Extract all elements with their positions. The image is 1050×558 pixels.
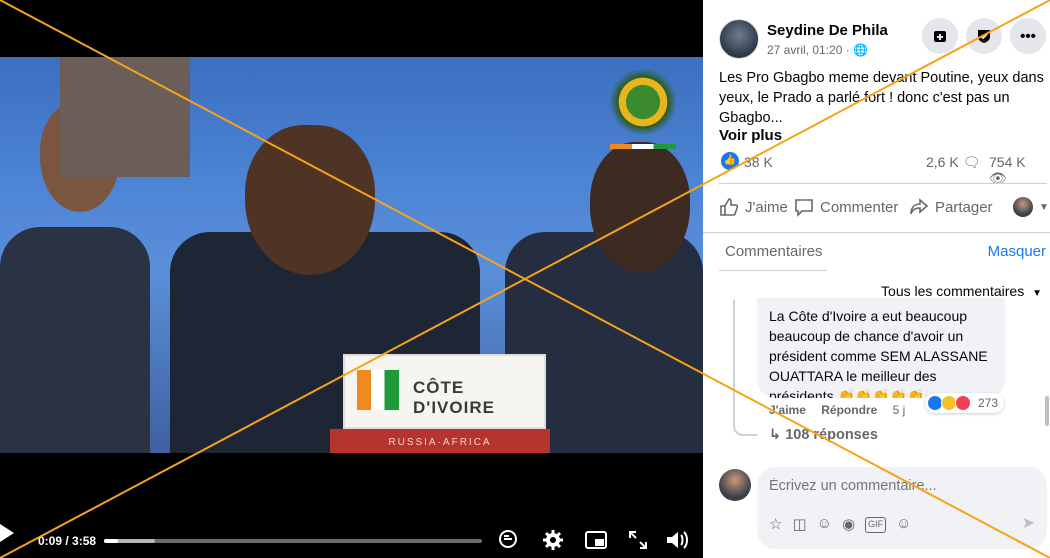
post-panel: Seydine De Phila 27 avril, 01:20 · 🌐 •••…: [703, 0, 1050, 558]
post-date[interactable]: 27 avril, 01:20 · 🌐: [767, 43, 868, 57]
tab-comments[interactable]: Commentaires: [725, 243, 823, 260]
emoji-icon[interactable]: ☺: [817, 515, 832, 533]
author-avatar[interactable]: [719, 19, 759, 59]
comment-reaction-count: 273: [978, 396, 999, 410]
comment-count[interactable]: 2,6 K 🗨: [926, 154, 980, 171]
progress-fill: [104, 539, 119, 543]
comment-text: La Côte d'Ivoire a eut beaucoup beaucoup…: [769, 308, 988, 398]
reactions-summary: 👍 38 K 2,6 K 🗨 754 K 👁: [719, 151, 1047, 186]
comment-filter-label: Tous les commentaires: [881, 283, 1025, 299]
comment-like-button[interactable]: J'aime: [769, 403, 806, 417]
view-replies-link[interactable]: ↳ 108 réponses: [769, 427, 878, 443]
share-icon: [910, 198, 929, 215]
shield-button[interactable]: [966, 18, 1002, 54]
nameplate-base: RUSSIA·AFRICA: [330, 429, 550, 453]
country-nameplate: CÔTE D'IVOIRE: [343, 354, 546, 429]
person-background-suit: [60, 57, 190, 177]
post-text: Les Pro Gbagbo meme devant Poutine, yeux…: [719, 70, 1044, 126]
fullscreen-icon[interactable]: [628, 530, 648, 554]
globe-icon: 🌐: [853, 43, 868, 57]
send-icon[interactable]: ➤: [1022, 513, 1035, 533]
tab-underline: [719, 270, 827, 271]
video-frame[interactable]: CÔTE D'IVOIRE RUSSIA·AFRICA: [0, 57, 703, 453]
comment-label: Commenter: [820, 198, 899, 216]
ivory-coast-flag-icon: [357, 370, 399, 410]
replies-label: 108 réponses: [785, 427, 878, 443]
like-reaction-icon[interactable]: 👍: [721, 152, 739, 170]
comment-icon: [795, 199, 813, 217]
composer-tools: ☆ ◫ ☺ ◉ GIF ☺: [769, 515, 911, 533]
settings-gear-icon[interactable]: [542, 529, 564, 555]
comment-composer: ☆ ◫ ☺ ◉ GIF ☺ ➤: [757, 467, 1047, 549]
captions-icon[interactable]: [498, 529, 518, 553]
avatar-sticker-icon[interactable]: ☆: [769, 515, 782, 533]
volume-icon[interactable]: [665, 529, 689, 555]
sticker-pack-icon[interactable]: ☺: [896, 515, 911, 533]
ellipsis-icon: •••: [1020, 27, 1036, 45]
chevron-down-icon: ▼: [1032, 288, 1042, 299]
view-count-value: 754 K: [989, 154, 1026, 170]
more-options-button[interactable]: •••: [1010, 18, 1046, 54]
person-left-suit: [0, 227, 150, 453]
thumbs-up-icon: [720, 198, 739, 216]
nameplate-country: CÔTE D'IVOIRE: [413, 378, 495, 417]
reaction-count[interactable]: 38 K: [744, 154, 773, 170]
comment-filter-dropdown[interactable]: Tous les commentaires ▼: [881, 283, 1042, 299]
author-name[interactable]: Seydine De Phila: [767, 22, 888, 39]
action-bar: J'aime Commenter Partager ▼: [719, 193, 1049, 221]
gif-icon[interactable]: GIF: [865, 517, 887, 533]
camera-icon[interactable]: ◉: [842, 515, 855, 533]
video-controls: 0:09 / 3:58: [0, 524, 703, 558]
post-date-text: 27 avril, 01:20 ·: [767, 43, 854, 57]
time-display: 0:09 / 3:58: [38, 534, 97, 548]
love-reaction-icon: [955, 395, 971, 411]
plus-box-icon: [934, 31, 946, 42]
comment-reactions[interactable]: 273: [925, 393, 1005, 413]
picture-in-picture-icon[interactable]: [585, 530, 607, 554]
composer-avatar[interactable]: [719, 469, 751, 501]
video-player[interactable]: CÔTE D'IVOIRE RUSSIA·AFRICA 0:09 / 3:58: [0, 0, 703, 558]
see-more-link[interactable]: Voir plus: [719, 127, 782, 144]
nameplate-base-label: RUSSIA·AFRICA: [388, 437, 492, 448]
comment-bubble: La Côte d'Ivoire a eut beaucoup beaucoup…: [757, 298, 1005, 398]
person-right-head: [590, 142, 690, 272]
comment-reply-button[interactable]: Répondre: [821, 403, 877, 417]
emblem-logo: [608, 69, 678, 149]
hide-comments-link[interactable]: Masquer: [988, 243, 1046, 260]
comment-button[interactable]: Commenter: [794, 197, 898, 217]
sticker-icon[interactable]: ◫: [792, 515, 806, 533]
comment-count-value: 2,6 K: [926, 154, 959, 170]
share-label: Partager: [935, 198, 993, 216]
shield-check-icon: [978, 30, 990, 43]
profile-avatar: [1013, 197, 1033, 217]
scrollbar[interactable]: [1045, 396, 1049, 426]
like-label: J'aime: [745, 198, 788, 216]
caret-down-icon: ▼: [1039, 201, 1049, 213]
profile-switcher[interactable]: ▼: [1013, 197, 1049, 217]
comment-actions: J'aime Répondre 5 j: [769, 403, 917, 417]
comment-age[interactable]: 5 j: [893, 403, 906, 417]
comment-input[interactable]: [769, 478, 1029, 494]
person-center-head: [245, 125, 375, 275]
comments-header: Commentaires Masquer: [703, 232, 1050, 272]
reply-arrow-icon: ↳: [769, 427, 782, 443]
divider: [719, 183, 1047, 184]
progress-bar[interactable]: [104, 539, 482, 543]
like-button[interactable]: J'aime: [719, 197, 788, 217]
thread-line: [733, 300, 757, 436]
save-button[interactable]: [922, 18, 958, 54]
share-button[interactable]: Partager: [909, 197, 993, 217]
play-icon[interactable]: [0, 524, 14, 542]
comment-bubble-icon: 🗨: [962, 154, 981, 170]
